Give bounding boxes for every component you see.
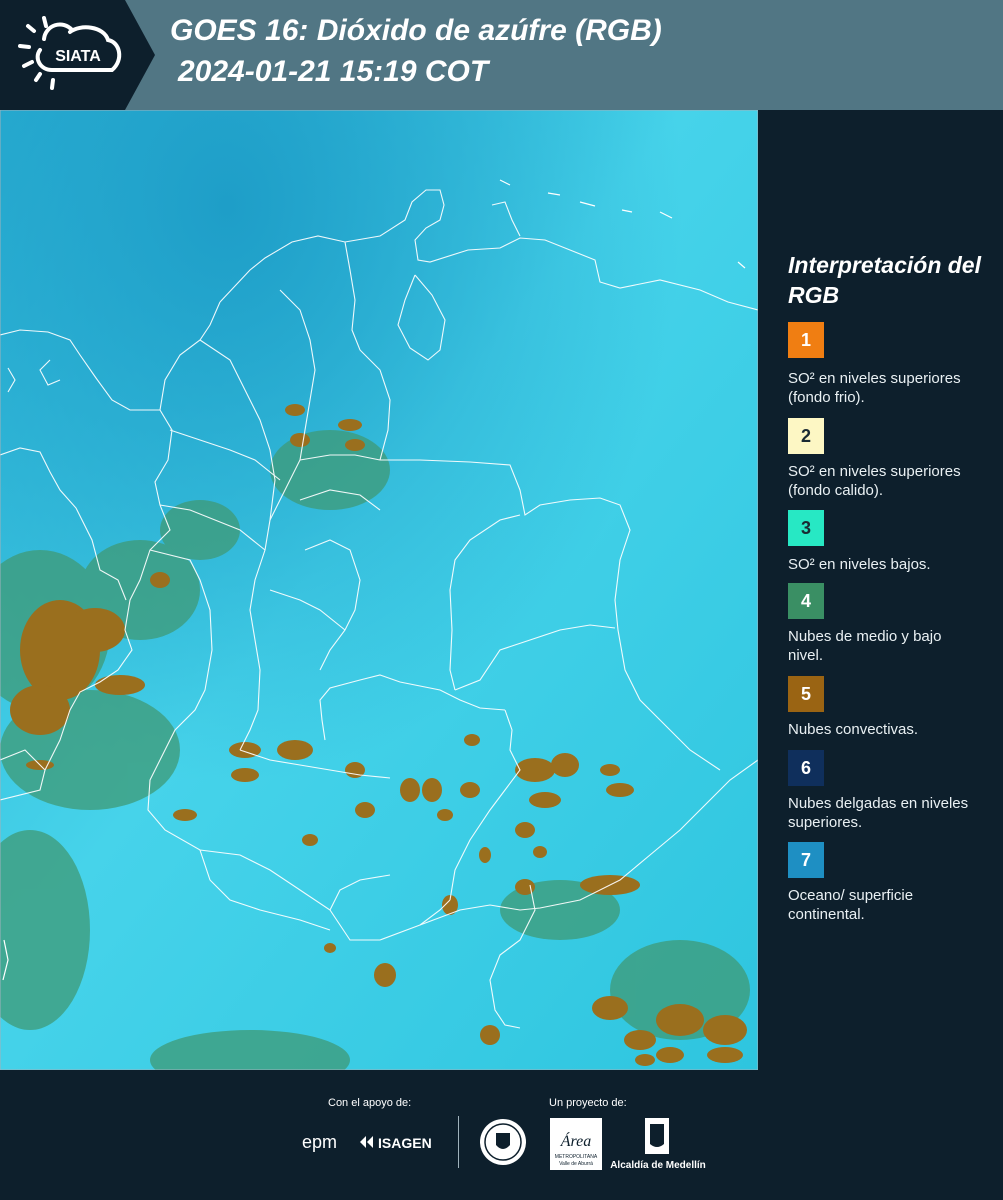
epm-logo: epm (302, 1132, 337, 1152)
svg-text:METROPOLITANA: METROPOLITANA (555, 1154, 598, 1160)
legend-swatch-4: 4 (788, 583, 824, 619)
siata-logo-text: SIATA (55, 48, 101, 65)
svg-text:Alcaldía de Medellín: Alcaldía de Medellín (610, 1160, 706, 1171)
legend-text-5: Nubes convectivas. (788, 721, 919, 738)
satellite-map (0, 110, 758, 1070)
svg-text:Valle de Aburrá: Valle de Aburrá (559, 1161, 593, 1167)
alcaldia-logo: Alcaldía de Medellín (610, 1118, 706, 1171)
footer-divider (458, 1116, 459, 1168)
legend-swatch-5: 5 (788, 676, 824, 712)
svg-text:ISAGEN: ISAGEN (378, 1135, 432, 1151)
legend-text-6: Nubes delgadas en niveles superiores. (788, 795, 969, 831)
project-label: Un proyecto de: (549, 1097, 627, 1109)
isagen-logo: ISAGEN (360, 1135, 432, 1151)
isagen-icon (360, 1136, 373, 1148)
area-metropolitana-logo: Área METROPOLITANA Valle de Aburrá (550, 1118, 602, 1170)
legend-text-2: SO² en niveles superiores (fondo calido)… (788, 463, 961, 499)
legend-swatch-6: 6 (788, 750, 824, 786)
legend-text-3: SO² en niveles bajos. (788, 556, 931, 573)
legend-text-7: Oceano/ superficie continental. (788, 887, 914, 923)
legend-swatch-2: 2 (788, 418, 824, 454)
support-label: Con el apoyo de: (328, 1097, 412, 1109)
legend-text-1: SO² en niveles superiores (fondo frio). (788, 370, 961, 406)
page-title: GOES 16: Dióxido de azúfre (RGB) (170, 14, 662, 47)
legend-swatch-1: 1 (788, 322, 824, 358)
svg-text:Área: Área (560, 1131, 592, 1150)
siata-logo-panel: SIATA (0, 0, 155, 110)
legend-swatch-3: 3 (788, 510, 824, 546)
legend-swatch-7: 7 (788, 842, 824, 878)
header-bar: SIATA GOES 16: Dióxido de azúfre (RGB) 2… (0, 0, 1003, 110)
medellin-seal-logo (480, 1119, 526, 1165)
legend-text-4: Nubes de medio y bajo nivel. (788, 628, 942, 664)
legend-title: Interpretación del RGB (788, 252, 981, 308)
svg-text:epm: epm (302, 1132, 337, 1152)
page-timestamp: 2024-01-21 15:19 COT (178, 55, 489, 88)
